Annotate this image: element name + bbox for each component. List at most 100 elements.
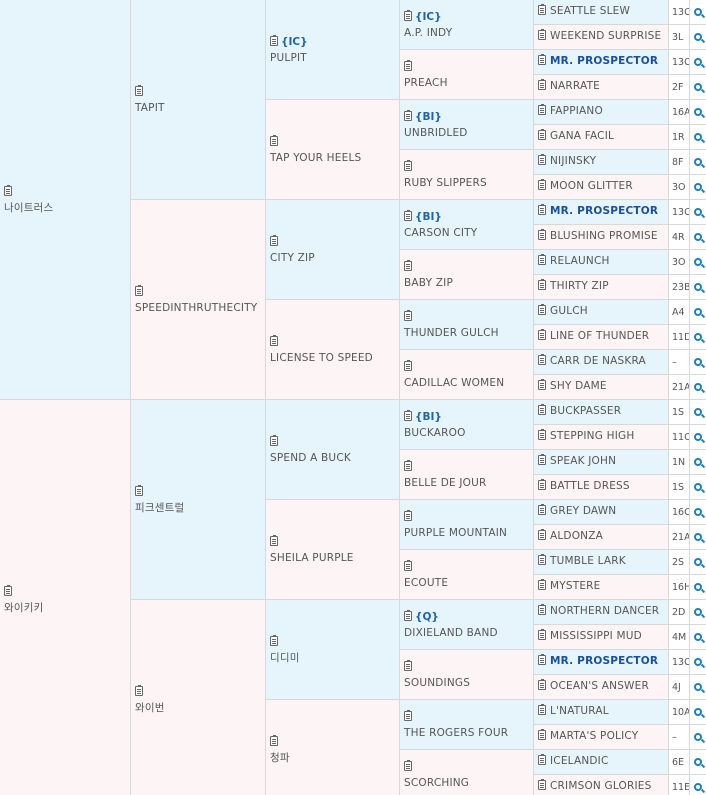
horse-cell-gen3[interactable]: LICENSE TO SPEED <box>266 300 400 400</box>
horse-name[interactable]: MR. PROSPECTOR <box>550 655 658 667</box>
horse-name[interactable]: CARR DE NASKRA <box>550 355 646 367</box>
horse-name[interactable]: SEATTLE SLEW <box>550 5 630 17</box>
horse-name[interactable]: BABY ZIP <box>404 275 453 291</box>
clipboard-icon[interactable] <box>135 84 143 96</box>
clipboard-icon[interactable] <box>538 29 546 40</box>
horse-name[interactable]: CRIMSON GLORIES <box>550 780 651 792</box>
horse-cell-gen5[interactable]: RELAUNCH <box>534 250 669 275</box>
horse-cell-gen5[interactable]: NIJINSKY <box>534 150 669 175</box>
horse-name[interactable]: SPEEDINTHRUTHECITY <box>135 300 257 316</box>
horse-cell-gen3[interactable]: SPEND A BUCK <box>266 400 400 500</box>
horse-cell-gen5[interactable]: NORTHERN DANCER <box>534 600 669 625</box>
clipboard-icon[interactable] <box>538 154 546 165</box>
horse-name[interactable]: LICENSE TO SPEED <box>270 350 373 366</box>
horse-cell-gen5[interactable]: ALDONZA <box>534 525 669 550</box>
search-button[interactable] <box>690 700 706 725</box>
horse-name[interactable]: SCORCHING <box>404 775 469 791</box>
horse-cell-gen5[interactable]: MARTA'S POLICY <box>534 725 669 750</box>
clipboard-icon[interactable] <box>404 509 412 521</box>
horse-cell-gen5[interactable]: CARR DE NASKRA <box>534 350 669 375</box>
clipboard-icon[interactable] <box>404 559 412 571</box>
clipboard-icon[interactable] <box>538 529 546 540</box>
clipboard-icon[interactable] <box>538 254 546 265</box>
search-button[interactable] <box>690 500 706 525</box>
search-button[interactable] <box>690 25 706 50</box>
horse-cell-gen5[interactable]: MISSISSIPPI MUD <box>534 625 669 650</box>
clipboard-icon[interactable] <box>404 709 412 721</box>
horse-cell-gen5[interactable]: BLUSHING PROMISE <box>534 225 669 250</box>
clipboard-icon[interactable] <box>404 59 412 71</box>
search-button[interactable] <box>690 400 706 425</box>
horse-cell-gen5[interactable]: MYSTERE <box>534 575 669 600</box>
clipboard-icon[interactable] <box>538 354 546 365</box>
search-button[interactable] <box>690 75 706 100</box>
clipboard-icon[interactable] <box>135 684 143 696</box>
horse-name[interactable]: FAPPIANO <box>550 105 603 117</box>
horse-cell-gen4[interactable]: CADILLAC WOMEN <box>400 350 534 400</box>
horse-name[interactable]: DIXIELAND BAND <box>404 625 498 641</box>
search-button[interactable] <box>690 375 706 400</box>
horse-cell-gen5[interactable]: GREY DAWN <box>534 500 669 525</box>
clipboard-icon[interactable] <box>538 604 546 615</box>
horse-name[interactable]: ECOUTE <box>404 575 448 591</box>
horse-cell-gen3[interactable]: SHEILA PURPLE <box>266 500 400 600</box>
horse-name[interactable]: PURPLE MOUNTAIN <box>404 525 507 541</box>
horse-cell-gen3[interactable]: CITY ZIP <box>266 200 400 300</box>
horse-name[interactable]: NORTHERN DANCER <box>550 605 659 617</box>
clipboard-icon[interactable] <box>538 754 546 765</box>
horse-cell-gen4[interactable]: BELLE DE JOUR <box>400 450 534 500</box>
search-button[interactable] <box>690 475 706 500</box>
search-button[interactable] <box>690 450 706 475</box>
horse-cell-gen5[interactable]: GULCH <box>534 300 669 325</box>
clipboard-icon[interactable] <box>404 659 412 671</box>
horse-name[interactable]: L'NATURAL <box>550 705 609 717</box>
search-button[interactable] <box>690 250 706 275</box>
clipboard-icon[interactable] <box>404 409 412 421</box>
horse-cell-gen5[interactable]: TUMBLE LARK <box>534 550 669 575</box>
horse-name[interactable]: BUCKAROO <box>404 425 466 441</box>
clipboard-icon[interactable] <box>538 704 546 715</box>
search-button[interactable] <box>690 550 706 575</box>
horse-cell-gen5[interactable]: WEEKEND SURPRISE <box>534 25 669 50</box>
clipboard-icon[interactable] <box>538 229 546 240</box>
clipboard-icon[interactable] <box>538 4 546 15</box>
horse-cell-gen3[interactable]: 청파 <box>266 700 400 795</box>
clipboard-icon[interactable] <box>404 359 412 371</box>
horse-cell-gen4[interactable]: THE ROGERS FOUR <box>400 700 534 750</box>
horse-name[interactable]: ICELANDIC <box>550 755 609 767</box>
horse-cell-gen3[interactable]: TAP YOUR HEELS <box>266 100 400 200</box>
horse-name[interactable]: NARRATE <box>550 80 600 92</box>
horse-cell-gen5[interactable]: SHY DAME <box>534 375 669 400</box>
horse-name[interactable]: NIJINSKY <box>550 155 596 167</box>
horse-name[interactable]: THE ROGERS FOUR <box>404 725 508 741</box>
horse-name[interactable]: 와이번 <box>135 700 165 716</box>
horse-name[interactable]: 청파 <box>270 750 290 766</box>
horse-cell-gen4[interactable]: RUBY SLIPPERS <box>400 150 534 200</box>
horse-cell-gen4[interactable]: ECOUTE <box>400 550 534 600</box>
horse-name[interactable]: CADILLAC WOMEN <box>404 375 504 391</box>
horse-name[interactable]: ALDONZA <box>550 530 603 542</box>
horse-cell-gen4[interactable]: PURPLE MOUNTAIN <box>400 500 534 550</box>
search-button[interactable] <box>690 200 706 225</box>
horse-name[interactable]: UNBRIDLED <box>404 125 468 141</box>
horse-cell-gen4[interactable]: PREACH <box>400 50 534 100</box>
horse-cell-gen5[interactable]: LINE OF THUNDER <box>534 325 669 350</box>
horse-cell-gen5[interactable]: STEPPING HIGH <box>534 425 669 450</box>
horse-name[interactable]: SPEAK JOHN <box>550 455 616 467</box>
search-button[interactable] <box>690 300 706 325</box>
search-button[interactable] <box>690 525 706 550</box>
horse-cell-gen5[interactable]: OCEAN'S ANSWER <box>534 675 669 700</box>
clipboard-icon[interactable] <box>404 759 412 771</box>
clipboard-icon[interactable] <box>404 9 412 21</box>
horse-cell-gen2[interactable]: 와이번 <box>131 600 266 795</box>
search-button[interactable] <box>690 175 706 200</box>
clipboard-icon[interactable] <box>538 129 546 140</box>
clipboard-icon[interactable] <box>538 179 546 190</box>
clipboard-icon[interactable] <box>538 504 546 515</box>
clipboard-icon[interactable] <box>538 654 546 665</box>
horse-name[interactable]: TUMBLE LARK <box>550 555 626 567</box>
horse-cell-gen5[interactable]: THIRTY ZIP <box>534 275 669 300</box>
horse-name[interactable]: BATTLE DRESS <box>550 480 630 492</box>
horse-cell-gen4[interactable]: {BI} BUCKAROO <box>400 400 534 450</box>
horse-name[interactable]: MOON GLITTER <box>550 180 633 192</box>
